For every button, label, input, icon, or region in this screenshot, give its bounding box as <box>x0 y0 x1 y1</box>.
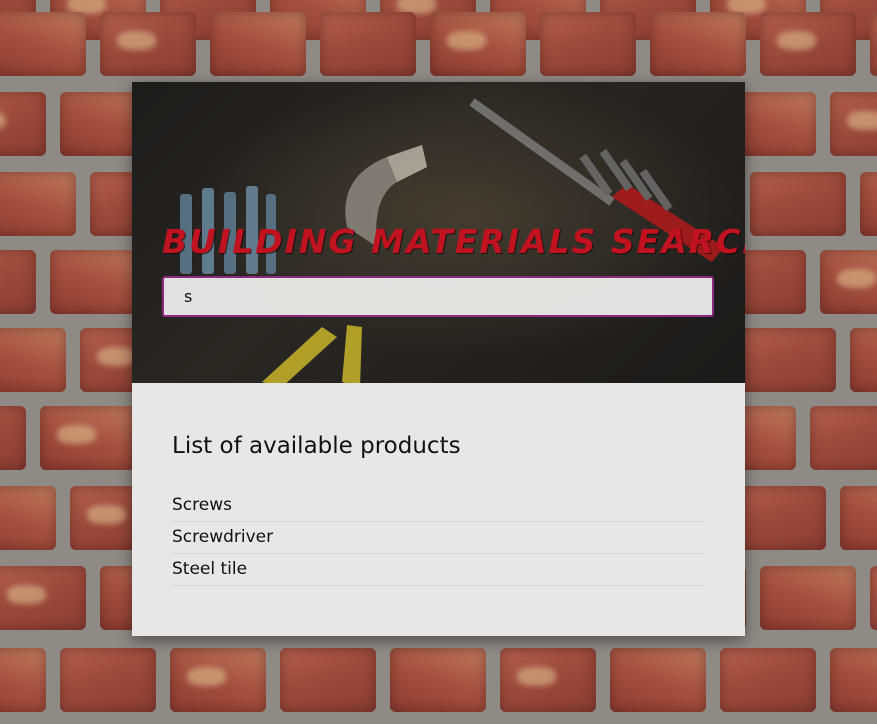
brick <box>390 648 486 712</box>
brick <box>210 12 306 76</box>
pliers-icon <box>262 325 362 383</box>
screwdriver-icon <box>469 98 724 262</box>
brick <box>850 328 877 392</box>
list-item[interactable]: Screws <box>172 490 705 522</box>
brick <box>500 648 596 712</box>
brick <box>720 648 816 712</box>
brick <box>830 648 877 712</box>
brick <box>610 648 706 712</box>
brick <box>100 12 196 76</box>
brick <box>0 12 86 76</box>
brick <box>0 648 46 712</box>
brick <box>0 486 56 550</box>
brick <box>820 250 877 314</box>
brick <box>60 648 156 712</box>
product-list-heading: List of available products <box>172 433 461 459</box>
brick <box>430 12 526 76</box>
product-list-section: List of available products Screws Screwd… <box>172 430 705 586</box>
brick <box>170 648 266 712</box>
brick <box>760 566 856 630</box>
list-item[interactable]: Screwdriver <box>172 522 705 554</box>
hero-banner: Building Materials Searcher <box>132 82 745 383</box>
brick-row <box>0 12 877 76</box>
brick <box>870 12 877 76</box>
brick <box>830 92 877 156</box>
brick-row <box>0 648 877 712</box>
brick <box>0 328 66 392</box>
brick <box>0 92 46 156</box>
brick <box>870 566 877 630</box>
list-item[interactable]: Steel tile <box>172 554 705 586</box>
brick <box>40 406 136 470</box>
brick <box>760 12 856 76</box>
brick <box>840 486 877 550</box>
brick <box>740 328 836 392</box>
page-title: Building Materials Searcher <box>162 222 745 261</box>
brick <box>0 566 86 630</box>
search-card: Building Materials Searcher List of avai… <box>132 82 745 636</box>
search-input[interactable] <box>162 276 714 317</box>
product-list: Screws Screwdriver Steel tile <box>172 490 705 586</box>
brick <box>0 250 36 314</box>
brick <box>0 172 76 236</box>
brick <box>860 172 877 236</box>
brick <box>810 406 877 470</box>
brick <box>540 12 636 76</box>
brick <box>0 406 26 470</box>
brick <box>320 12 416 76</box>
brick <box>280 648 376 712</box>
brick <box>650 12 746 76</box>
brick <box>750 172 846 236</box>
